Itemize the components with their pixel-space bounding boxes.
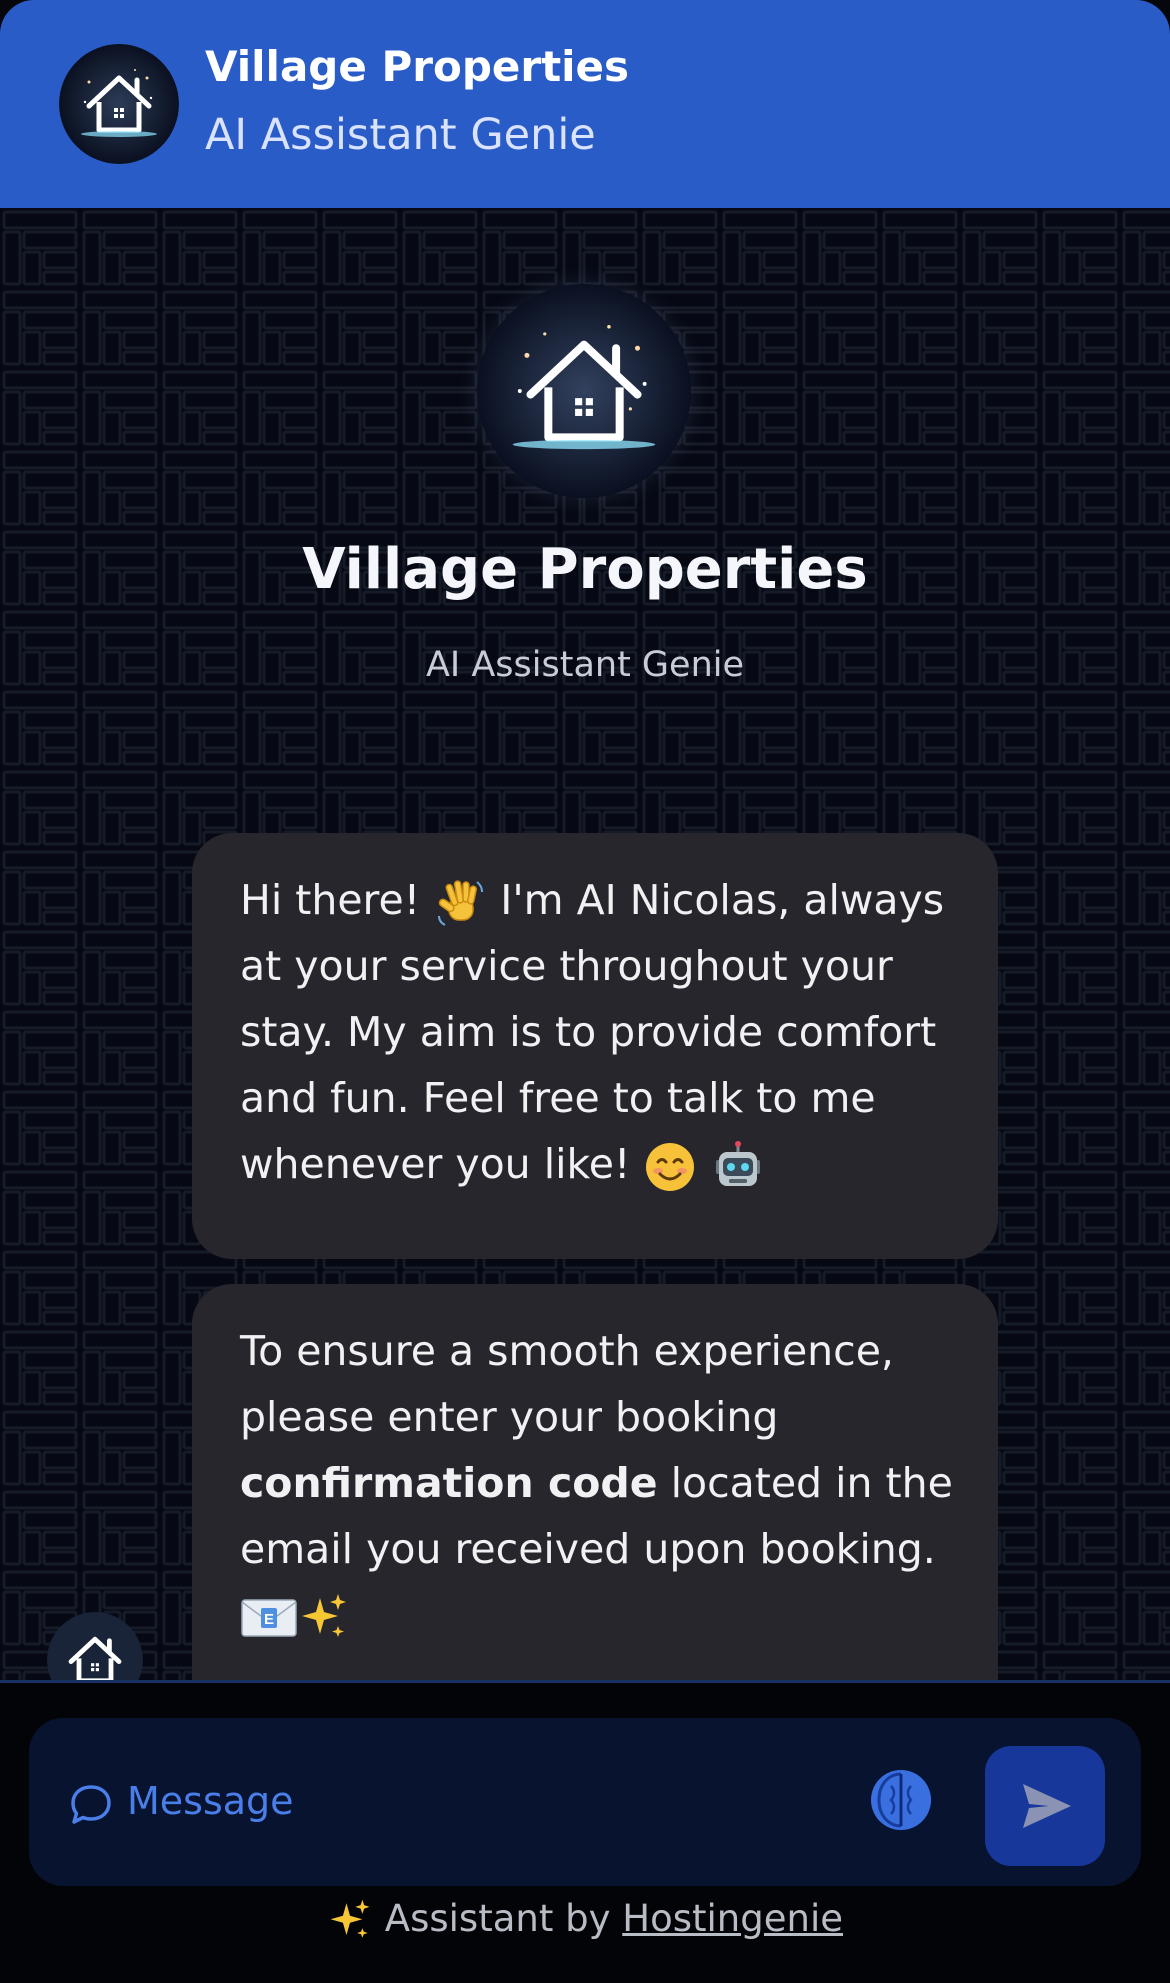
header-subtitle: AI Assistant Genie: [205, 110, 596, 160]
voice-button[interactable]: [871, 1770, 931, 1830]
smiling-face-icon: [646, 1143, 695, 1191]
message-text: Hi there!: [240, 876, 434, 924]
send-arrow-icon: [1023, 1784, 1071, 1828]
hero-avatar: [477, 284, 691, 498]
header-title: Village Properties: [205, 42, 630, 91]
hero-subtitle: AI Assistant Genie: [425, 645, 745, 685]
footer-attribution: Assistant by Hostingenie: [0, 1897, 1170, 1944]
svg-text:E: E: [264, 1611, 274, 1628]
waving-hand-icon: [438, 880, 484, 926]
message-bold-text: confirmation code: [240, 1459, 658, 1507]
sparkles-icon: [330, 1899, 370, 1938]
brain-icon: [871, 1770, 931, 1830]
footer-prefix: Assistant by: [384, 1897, 611, 1940]
envelope-icon: E: [241, 1599, 297, 1637]
message-text: To ensure a smooth experience, please en…: [240, 1327, 894, 1441]
send-button[interactable]: [985, 1746, 1105, 1866]
house-logo-icon: [59, 44, 179, 164]
message-input[interactable]: [125, 1771, 729, 1831]
house-logo-icon: [477, 284, 691, 498]
hostingenie-link[interactable]: Hostingenie: [622, 1897, 843, 1940]
assistant-message-bubble: To ensure a smooth experience, please en…: [192, 1284, 998, 1704]
chat-bubble-icon: [71, 1785, 111, 1824]
sparkles-icon: [302, 1594, 346, 1637]
robot-face-icon: [715, 1141, 760, 1186]
assistant-message-bubble: Hi there! I'm AI Nicolas, always at your…: [192, 833, 998, 1259]
header-avatar: [59, 44, 179, 164]
chat-header: Village Properties AI Assistant Genie: [0, 0, 1170, 208]
hero-title: Village Properties: [302, 537, 868, 602]
